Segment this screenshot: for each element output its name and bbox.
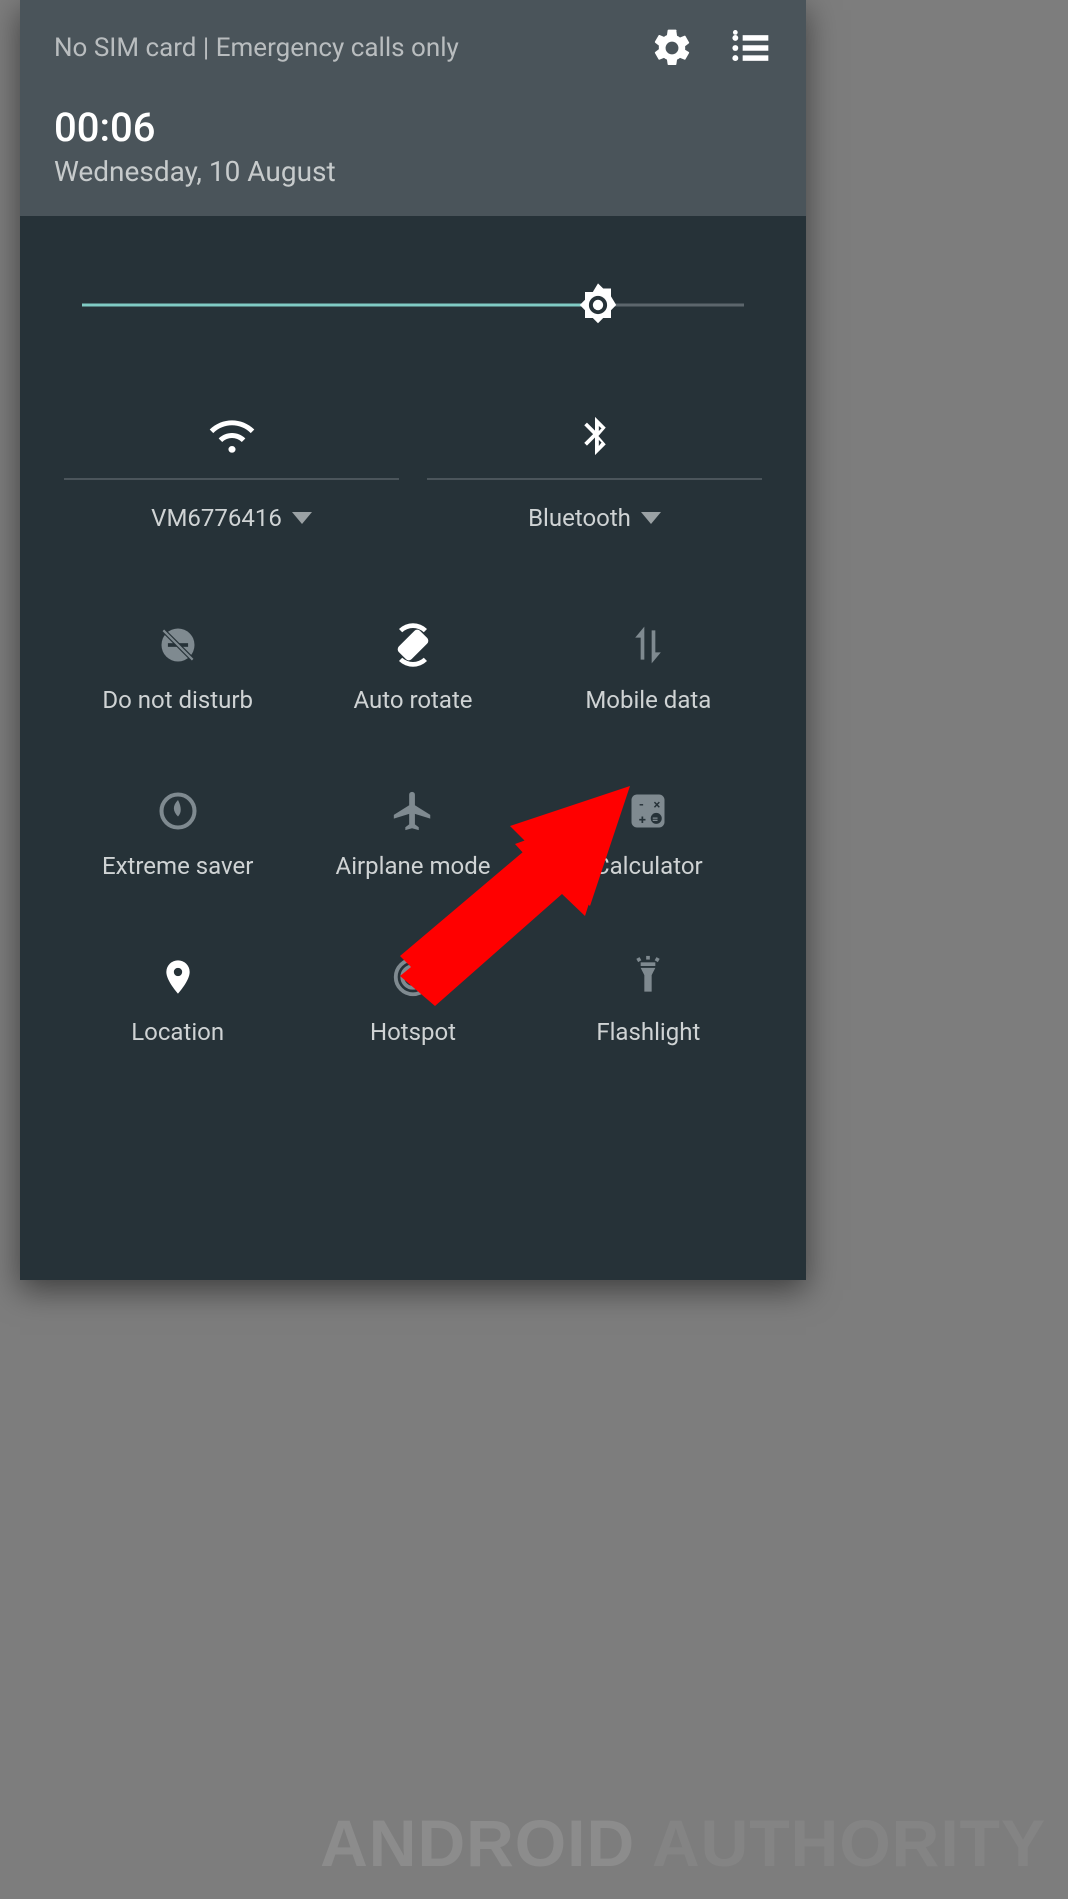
wifi-label: VM6776416 (151, 504, 282, 532)
dnd-icon (156, 623, 200, 667)
chevron-down-icon (292, 512, 312, 524)
extreme-saver-tile[interactable]: Extreme saver (64, 784, 291, 880)
bluetooth-dropdown[interactable]: Bluetooth (528, 504, 661, 532)
svg-text:+: + (639, 813, 646, 828)
hotspot-tile[interactable]: Hotspot (299, 950, 526, 1046)
status-text: No SIM card | Emergency calls only (54, 33, 459, 63)
bluetooth-tile[interactable]: Bluetooth (427, 408, 762, 532)
hotspot-label: Hotspot (370, 1018, 456, 1046)
watermark: ANDROID AUTHORITY (320, 1805, 1046, 1881)
location-label: Location (131, 1018, 224, 1046)
extreme-saver-icon (156, 789, 200, 833)
mobile-data-tile[interactable]: Mobile data (535, 618, 762, 714)
wifi-icon (207, 411, 257, 461)
watermark-part2: AUTHORITY (652, 1806, 1046, 1880)
location-tile[interactable]: Location (64, 950, 291, 1046)
flashlight-label: Flashlight (596, 1018, 700, 1046)
mobile-data-icon (626, 623, 670, 667)
slider-fill (82, 304, 598, 307)
brightness-slider[interactable] (82, 278, 744, 332)
svg-text:×: × (654, 798, 661, 813)
airplane-tile[interactable]: Airplane mode (299, 784, 526, 880)
calculator-icon: -× + = (626, 789, 670, 833)
calculator-label: Calculator (594, 852, 703, 880)
panel-header: No SIM card | Emergency calls only 00:06… (20, 0, 806, 216)
wifi-dropdown[interactable]: VM6776416 (151, 504, 312, 532)
wifi-tile[interactable]: VM6776416 (64, 408, 399, 532)
brightness-thumb-icon[interactable] (572, 279, 624, 331)
flashlight-icon (626, 955, 670, 999)
mobile-data-label: Mobile data (585, 686, 711, 714)
svg-text:=: = (652, 812, 658, 825)
flashlight-tile[interactable]: Flashlight (535, 950, 762, 1046)
watermark-part1: ANDROID (320, 1806, 635, 1880)
chevron-down-icon (641, 512, 661, 524)
location-icon (158, 957, 198, 997)
auto-rotate-label: Auto rotate (353, 686, 472, 714)
extreme-saver-label: Extreme saver (102, 852, 253, 880)
list-order-icon[interactable] (728, 26, 772, 70)
airplane-icon (390, 788, 436, 834)
svg-text:-: - (639, 798, 644, 813)
time-text: 00:06 (54, 104, 772, 151)
bluetooth-label: Bluetooth (528, 504, 631, 532)
hotspot-icon (390, 954, 436, 1000)
calculator-tile[interactable]: -× + = Calculator (535, 784, 762, 880)
dnd-label: Do not disturb (102, 686, 253, 714)
bluetooth-icon (572, 413, 618, 459)
date-text: Wednesday, 10 August (54, 155, 772, 188)
airplane-label: Airplane mode (336, 852, 491, 880)
quick-settings-panel: No SIM card | Emergency calls only 00:06… (20, 0, 806, 1280)
auto-rotate-tile[interactable]: Auto rotate (299, 618, 526, 714)
auto-rotate-icon (389, 621, 437, 669)
dnd-tile[interactable]: Do not disturb (64, 618, 291, 714)
panel-body: VM6776416 Bluetooth (20, 216, 806, 1280)
settings-icon[interactable] (650, 26, 694, 70)
